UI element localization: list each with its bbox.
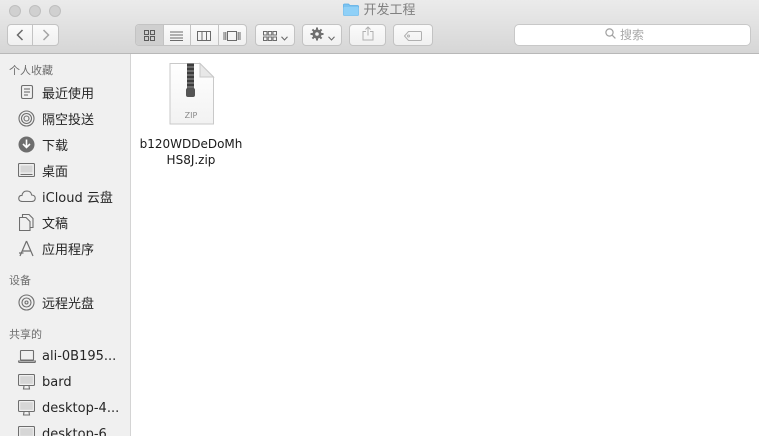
share-icon — [362, 25, 374, 45]
sidebar-item-label: 应用程序 — [42, 242, 95, 258]
sidebar-item-documents[interactable]: 文稿 — [0, 210, 130, 234]
laptop-icon — [17, 347, 36, 366]
sidebar-item-shared-desktop-4[interactable]: desktop-4... — [0, 396, 130, 420]
sidebar-section-favorites: 个人收藏 — [9, 64, 53, 77]
sidebar-item-label: 文稿 — [42, 216, 69, 232]
recents-icon — [17, 83, 36, 102]
chevron-down-icon — [327, 26, 335, 45]
sidebar-item-recents[interactable]: 最近使用 — [0, 80, 130, 104]
sidebar-item-icloud[interactable]: iCloud 云盘 — [0, 184, 130, 208]
applications-icon — [17, 239, 36, 258]
file-browser: ZIP b120WDDeDoMhHS8J.zip — [131, 54, 759, 436]
list-view-icon — [170, 26, 184, 45]
sidebar-item-applications[interactable]: 应用程序 — [0, 236, 130, 260]
zip-badge: ZIP — [185, 111, 198, 120]
action-button[interactable] — [302, 24, 342, 46]
sidebar: 个人收藏 最近使用 隔空投送 下载 桌面 iCloud 云盘 文稿 应用程序 设… — [0, 54, 131, 436]
folder-icon — [343, 3, 360, 22]
sidebar-item-label: ali-0B195... — [42, 348, 117, 364]
sidebar-item-airdrop[interactable]: 隔空投送 — [0, 106, 130, 130]
downloads-icon — [17, 135, 36, 154]
sidebar-item-label: iCloud 云盘 — [42, 190, 113, 206]
chevron-left-icon — [16, 26, 24, 45]
forward-button[interactable] — [33, 25, 58, 45]
file-name: b120WDDeDoMhHS8J.zip — [139, 137, 243, 167]
tag-button[interactable] — [393, 24, 433, 46]
gear-icon — [310, 26, 324, 45]
view-mode-control — [135, 24, 247, 46]
airdrop-icon — [17, 109, 36, 128]
sidebar-item-label: 下载 — [42, 138, 69, 154]
arrange-button[interactable] — [255, 24, 295, 46]
file-item[interactable]: ZIP b120WDDeDoMhHS8J.zip — [139, 62, 243, 168]
finder-window: 开发工程 搜索 个人收藏 最近使用 隔空投送 下载 桌面 iCloud 云盘 文… — [0, 0, 759, 436]
search-icon — [605, 28, 616, 42]
desktop-icon — [17, 161, 36, 180]
chevron-down-icon — [280, 26, 288, 45]
icon-view-button[interactable] — [136, 25, 164, 45]
disc-icon — [17, 293, 36, 312]
sidebar-item-label: desktop-4... — [42, 400, 120, 416]
column-view-icon — [197, 26, 212, 45]
search-input[interactable] — [620, 28, 660, 42]
share-button[interactable] — [349, 24, 386, 46]
monitor-icon — [17, 373, 36, 392]
sidebar-item-label: bard — [42, 374, 72, 390]
icloud-icon — [17, 187, 36, 206]
monitor-icon — [17, 425, 36, 436]
sidebar-item-label: 隔空投送 — [42, 112, 95, 128]
sidebar-item-remote-disc[interactable]: 远程光盘 — [0, 290, 130, 314]
sidebar-item-label: 远程光盘 — [42, 296, 95, 312]
sidebar-item-shared-desktop-6[interactable]: desktop-6... — [0, 422, 130, 436]
tag-icon — [403, 26, 422, 45]
sidebar-item-downloads[interactable]: 下载 — [0, 132, 130, 156]
chevron-right-icon — [42, 26, 50, 45]
sidebar-item-shared-ali[interactable]: ali-0B195... — [0, 344, 130, 368]
window-title-label: 开发工程 — [363, 3, 416, 18]
toolbar: 开发工程 — [0, 0, 759, 54]
nav-buttons — [7, 24, 59, 46]
icon-view-icon — [143, 26, 155, 45]
window-title: 开发工程 — [0, 2, 759, 22]
documents-icon — [17, 213, 36, 232]
sidebar-section-shared: 共享的 — [9, 328, 42, 341]
gallery-view-button[interactable] — [219, 25, 246, 45]
sidebar-section-devices: 设备 — [9, 274, 31, 287]
search-field[interactable] — [514, 24, 751, 46]
monitor-icon — [17, 399, 36, 418]
gallery-view-icon — [223, 26, 241, 45]
sidebar-item-shared-bard[interactable]: bard — [0, 370, 130, 394]
sidebar-item-label: 最近使用 — [42, 86, 95, 102]
column-view-button[interactable] — [191, 25, 219, 45]
list-view-button[interactable] — [164, 25, 191, 45]
sidebar-item-label: 桌面 — [42, 164, 69, 180]
sidebar-item-desktop[interactable]: 桌面 — [0, 158, 130, 182]
arrange-icon — [262, 26, 277, 45]
sidebar-item-label: desktop-6... — [42, 426, 120, 436]
back-button[interactable] — [8, 25, 34, 45]
zip-file-icon: ZIP — [166, 62, 216, 130]
